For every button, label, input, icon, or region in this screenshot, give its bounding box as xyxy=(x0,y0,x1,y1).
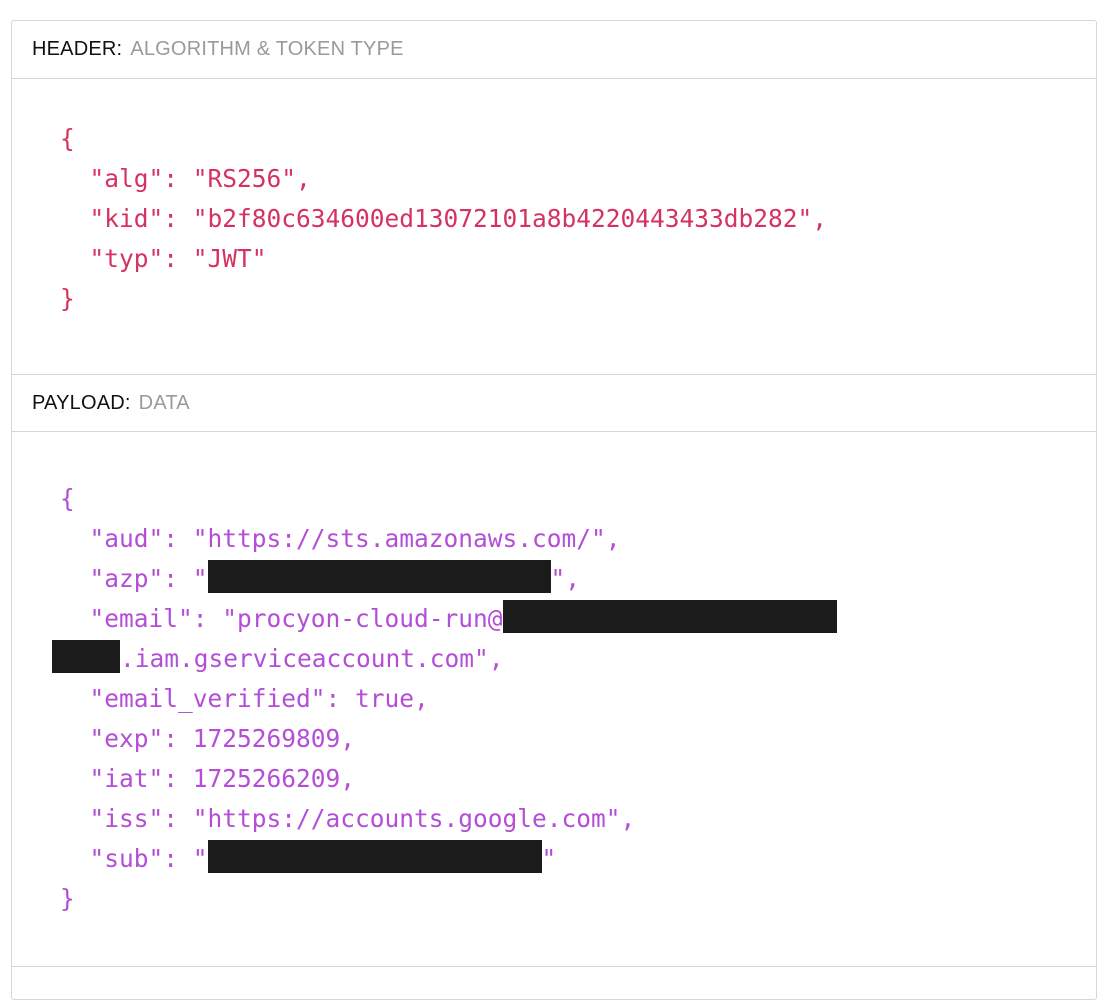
sub-suffix: " xyxy=(541,844,557,873)
json-line: "iss": "https://accounts.google.com", xyxy=(60,804,636,833)
payload-json[interactable]: { "aud": "https://sts.amazonaws.com/", "… xyxy=(52,479,837,919)
email-suffix: .iam.gserviceaccount.com", xyxy=(120,644,504,673)
json-line-azp: "azp": " ", xyxy=(60,559,837,599)
redaction-bar xyxy=(207,560,551,593)
json-line: { xyxy=(60,124,75,153)
json-line: "aud": "https://sts.amazonaws.com/", xyxy=(60,524,621,553)
azp-prefix: "azp": " xyxy=(60,564,208,593)
header-section-title: HEADER: ALGORITHM & TOKEN TYPE xyxy=(12,21,1096,79)
json-line-email: "email": "procyon-cloud-run@ xyxy=(60,599,837,639)
payload-label: PAYLOAD: xyxy=(32,391,131,414)
json-line-sub: "sub": " " xyxy=(60,839,837,879)
json-line-email-wrap: .iam.gserviceaccount.com", xyxy=(52,639,837,679)
payload-section-title: PAYLOAD: DATA xyxy=(12,374,1096,432)
json-line: "alg": "RS256", xyxy=(60,164,311,193)
json-line: { xyxy=(60,484,75,513)
header-json[interactable]: { "alg": "RS256", "kid": "b2f80c634600ed… xyxy=(60,119,827,319)
section-divider xyxy=(12,966,1096,967)
header-label: HEADER: xyxy=(32,38,123,60)
jwt-decoded-panel: HEADER: ALGORITHM & TOKEN TYPE { "alg": … xyxy=(11,20,1097,1000)
redaction-bar xyxy=(502,600,837,633)
json-line: "email_verified": true, xyxy=(60,684,429,713)
azp-suffix: ", xyxy=(550,564,581,593)
json-line: } xyxy=(60,284,75,313)
email-prefix: "email": "procyon-cloud-run@ xyxy=(60,604,503,633)
redaction-bar xyxy=(207,840,542,873)
json-line: } xyxy=(60,884,75,913)
header-sublabel: ALGORITHM & TOKEN TYPE xyxy=(130,38,404,60)
json-line: "exp": 1725269809, xyxy=(60,724,356,753)
payload-sublabel: DATA xyxy=(138,391,190,414)
json-line: "kid": "b2f80c634600ed13072101a8b4220443… xyxy=(60,204,828,233)
json-line: "iat": 1725266209, xyxy=(60,764,356,793)
redaction-bar xyxy=(52,640,120,673)
sub-prefix: "sub": " xyxy=(60,844,208,873)
json-line: "typ": "JWT" xyxy=(60,244,267,273)
